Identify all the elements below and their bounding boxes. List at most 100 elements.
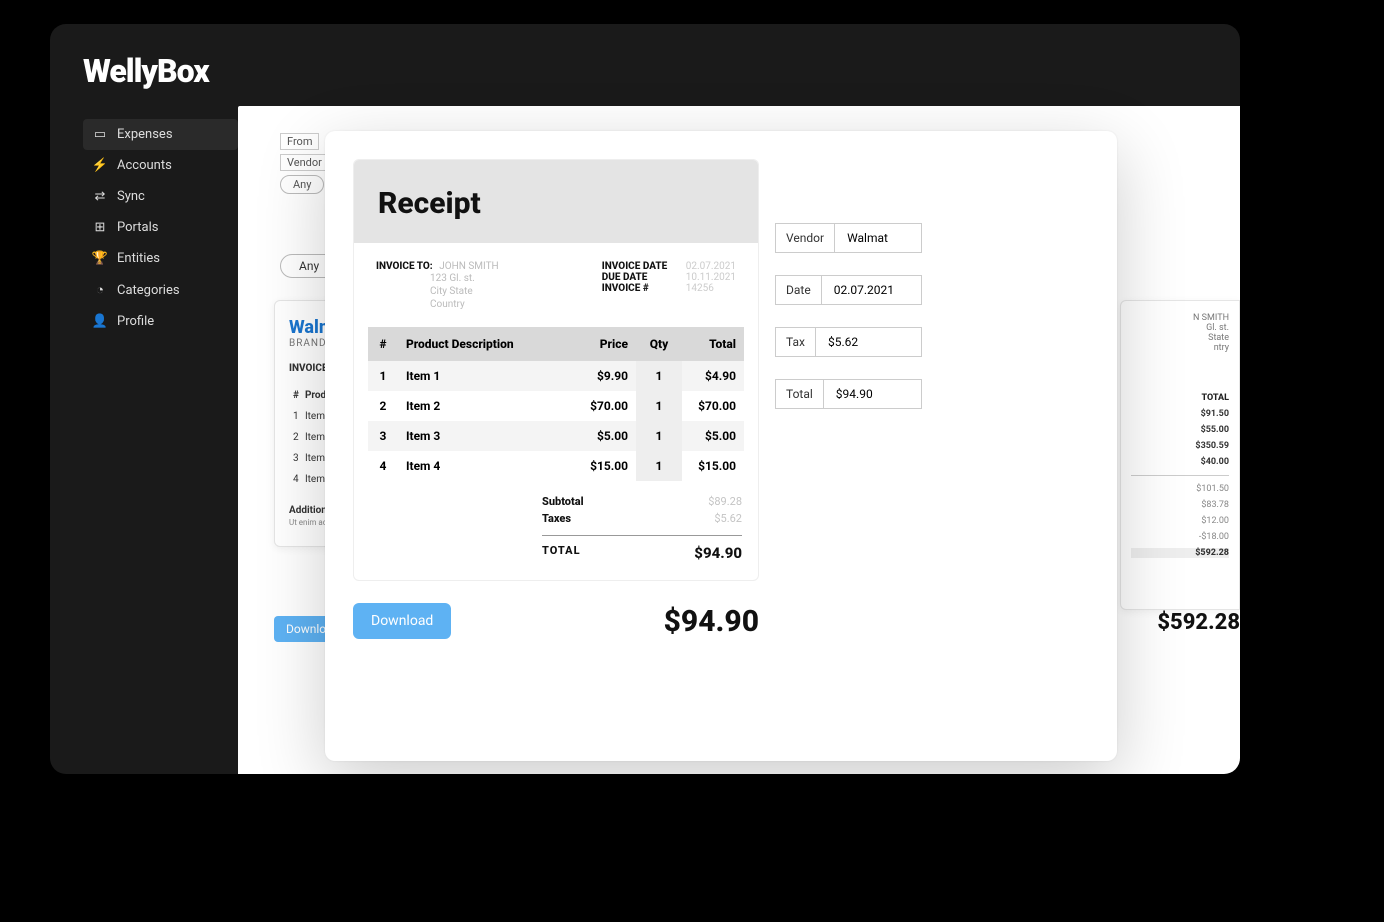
receipt-title: Receipt <box>378 186 734 221</box>
app-window: WellyBox ▭ Expenses ⚡ Accounts ⇄ Sync ⊞ … <box>50 24 1240 774</box>
row-num: 4 <box>291 470 301 489</box>
download-button[interactable]: Download <box>353 603 451 639</box>
bg-right-addr: Gl. st. <box>1131 323 1229 333</box>
pie-icon: ◔ <box>93 282 107 298</box>
field-tax-label: Tax <box>776 328 816 356</box>
bg-right-total-label: TOTAL <box>1131 393 1229 403</box>
field-date-label: Date <box>776 276 822 304</box>
invoice-date: 02.07.2021 <box>686 261 736 272</box>
cell-desc: Item 1 <box>398 361 574 391</box>
taxes-label: Taxes <box>542 512 571 525</box>
row-num: 1 <box>291 407 301 426</box>
bg-right-addr: State <box>1131 333 1229 343</box>
total-label: TOTAL <box>542 544 581 562</box>
filter-any-chip[interactable]: Any <box>280 175 324 194</box>
bg-right-value: $350.59 <box>1131 441 1229 451</box>
trophy-icon: 🏆 <box>93 251 107 266</box>
sidebar-item-label: Entities <box>117 251 160 266</box>
bg-right-value: $55.00 <box>1131 425 1229 435</box>
bg-right-name: N SMITH <box>1131 313 1229 323</box>
subtotal-value: $89.28 <box>708 495 742 508</box>
sidebar-item-label: Profile <box>117 314 154 329</box>
cell-qty: 1 <box>636 451 682 481</box>
field-tax-value[interactable]: $5.62 <box>816 328 876 356</box>
grand-total: $94.90 <box>664 604 759 639</box>
sidebar-item-label: Portals <box>117 220 158 235</box>
field-total[interactable]: Total $94.90 <box>775 379 922 409</box>
field-vendor-label: Vendor <box>776 224 835 252</box>
col-hash: # <box>291 386 301 405</box>
cell-num: 2 <box>368 391 398 421</box>
col-hash: # <box>368 327 398 361</box>
bg-right-big-total: $592.28 <box>1157 610 1240 635</box>
invoice-to-name: JOHN SMITH <box>439 261 499 272</box>
invoice-no: 14256 <box>686 283 714 294</box>
due-date-label: DUE DATE <box>602 272 680 283</box>
receipt-summary: Subtotal $89.28 Taxes $5.62 TOTAL $94.90 <box>542 493 742 564</box>
cell-price: $9.90 <box>574 361 636 391</box>
sidebar-item-label: Sync <box>117 189 145 204</box>
receipt-document: Receipt INVOICE TO: JOHN SMITH 123 Gl. s… <box>353 159 759 581</box>
due-date: 10.11.2021 <box>686 272 736 283</box>
cell-total: $5.00 <box>682 421 744 451</box>
field-vendor-value[interactable]: Walmat <box>835 224 921 252</box>
invoice-date-label: INVOICE DATE <box>602 261 680 272</box>
field-vendor[interactable]: Vendor Walmat <box>775 223 922 253</box>
field-date-value[interactable]: 02.07.2021 <box>822 276 906 304</box>
receipt-fields: Vendor Walmat Date 02.07.2021 Tax $5.62 … <box>775 223 922 409</box>
bg-right-value: $91.50 <box>1131 409 1229 419</box>
cell-total: $70.00 <box>682 391 744 421</box>
invoice-to-label: INVOICE TO: <box>376 261 433 272</box>
table-row: 4 Item 4 $15.00 1 $15.00 <box>368 451 744 481</box>
arrows-icon: ⇄ <box>93 189 107 204</box>
sidebar-item-accounts[interactable]: ⚡ Accounts <box>83 150 238 181</box>
cell-desc: Item 2 <box>398 391 574 421</box>
field-total-value[interactable]: $94.90 <box>824 380 885 408</box>
brand-logo: WellyBox <box>83 52 209 90</box>
table-row: 1 Item 1 $9.90 1 $4.90 <box>368 361 744 391</box>
cell-num: 4 <box>368 451 398 481</box>
main-area: From Vendor Any Any Walm BRANDIN INVOICE… <box>238 106 1240 774</box>
field-tax[interactable]: Tax $5.62 <box>775 327 922 357</box>
cell-qty: 1 <box>636 421 682 451</box>
bg-right-value: $40.00 <box>1131 457 1229 467</box>
cell-price: $15.00 <box>574 451 636 481</box>
row-num: 2 <box>291 428 301 447</box>
subtotal-label: Subtotal <box>542 495 584 508</box>
bg-right-subvalue: $83.78 <box>1131 500 1229 510</box>
col-price: Price <box>574 327 636 361</box>
bg-items-table: # Prod 1Item 2Item 3Item 4Item <box>289 384 330 491</box>
bg-right-subvalue: $101.50 <box>1131 484 1229 494</box>
cell-desc: Item 3 <box>398 421 574 451</box>
table-row: 2 Item 2 $70.00 1 $70.00 <box>368 391 744 421</box>
sidebar-item-expenses[interactable]: ▭ Expenses <box>83 119 238 150</box>
bg-invoice-card-right[interactable]: N SMITH Gl. st. State ntry TOTAL $91.50 … <box>1120 300 1240 610</box>
filter-from-label[interactable]: From <box>280 133 319 150</box>
sidebar-item-portals[interactable]: ⊞ Portals <box>83 212 238 243</box>
cell-qty: 1 <box>636 361 682 391</box>
cell-desc: Item 4 <box>398 451 574 481</box>
bg-right-subvalue: -$18.00 <box>1131 532 1229 542</box>
line-items-table: # Product Description Price Qty Total 1 … <box>368 327 744 481</box>
bg-right-grand: $592.28 <box>1131 548 1229 558</box>
row-num: 3 <box>291 449 301 468</box>
cell-total: $4.90 <box>682 361 744 391</box>
sitemap-icon: ⊞ <box>93 220 107 235</box>
invoice-addr: Country <box>430 298 499 311</box>
sidebar-item-sync[interactable]: ⇄ Sync <box>83 181 238 212</box>
table-row: 3 Item 3 $5.00 1 $5.00 <box>368 421 744 451</box>
invoice-addr: City State <box>430 285 499 298</box>
cell-num: 1 <box>368 361 398 391</box>
sidebar-item-label: Expenses <box>117 127 173 142</box>
sidebar-item-label: Accounts <box>117 158 172 173</box>
cell-total: $15.00 <box>682 451 744 481</box>
col-desc: Product Description <box>398 327 574 361</box>
plug-icon: ⚡ <box>93 158 107 173</box>
field-date[interactable]: Date 02.07.2021 <box>775 275 922 305</box>
invoice-addr: 123 Gl. st. <box>430 272 499 285</box>
sidebar-item-entities[interactable]: 🏆 Entities <box>83 243 238 274</box>
filter-vendor-label[interactable]: Vendor <box>280 154 329 171</box>
sidebar-item-profile[interactable]: 👤 Profile <box>83 306 238 337</box>
cell-qty: 1 <box>636 391 682 421</box>
sidebar-item-categories[interactable]: ◔ Categories <box>83 274 238 306</box>
